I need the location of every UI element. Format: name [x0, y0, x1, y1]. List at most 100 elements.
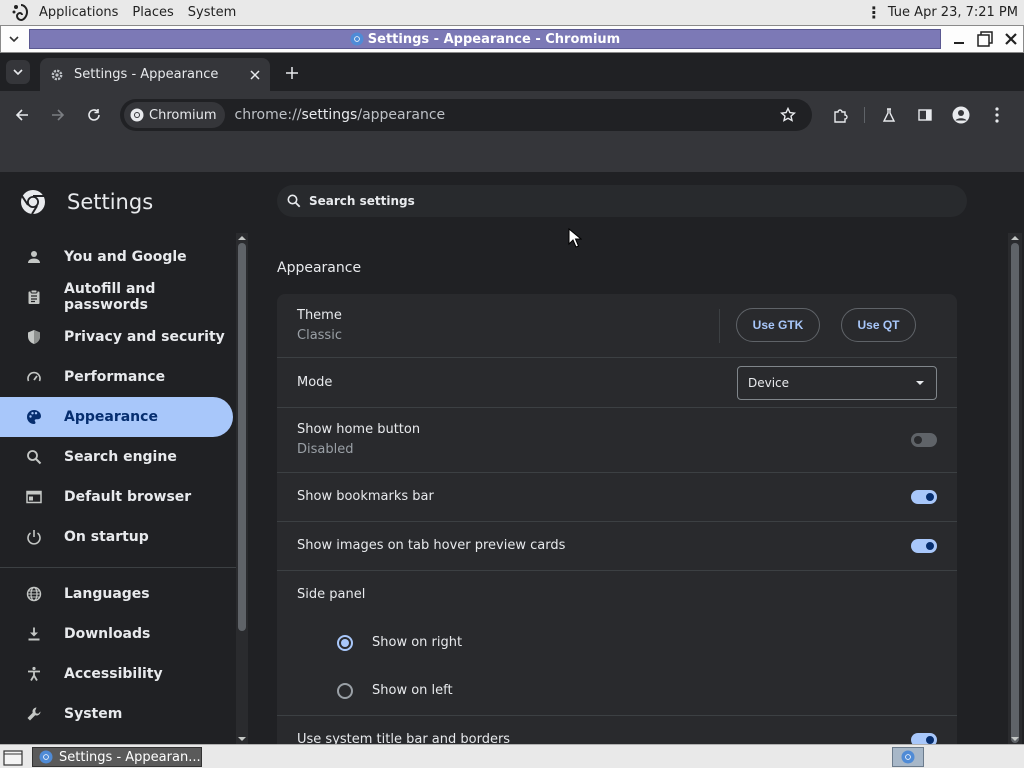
main-scrollbar[interactable] — [1008, 233, 1022, 744]
taskbar-item-chromium[interactable]: Settings - Appearan... — [32, 747, 202, 767]
sidebar-item-label: On startup — [64, 529, 149, 545]
site-info-chip[interactable]: Chromium — [124, 102, 225, 128]
gnome-foot-icon[interactable] — [10, 2, 32, 24]
sidebar-item-label: System — [64, 706, 123, 722]
sidebar-item-system[interactable]: System — [0, 694, 233, 734]
new-tab-plus-icon[interactable] — [280, 61, 304, 85]
home-button-row[interactable]: Show home button Disabled — [277, 408, 957, 473]
back-arrow-icon[interactable] — [8, 101, 36, 129]
close-icon[interactable] — [1001, 29, 1021, 49]
maximize-icon[interactable] — [975, 29, 995, 49]
window-menu-chevron-icon[interactable] — [3, 28, 25, 50]
search-icon — [287, 194, 301, 208]
toolbar-right-actions — [826, 101, 1011, 129]
scroll-up-arrow-icon[interactable] — [1011, 235, 1019, 241]
sidebar-item-label: Search engine — [64, 449, 177, 465]
tab-close-icon[interactable] — [250, 69, 260, 80]
globe-icon — [24, 584, 44, 604]
accessibility-icon — [24, 664, 44, 684]
appearance-card: Theme Classic Use GTK Use QT Mode Device… — [277, 294, 957, 744]
palette-icon — [24, 407, 44, 427]
tab-settings-appearance[interactable]: Settings - Appearance — [40, 58, 270, 91]
places-menu[interactable]: Places — [125, 0, 180, 25]
sidebar-item-label: Accessibility — [64, 666, 163, 682]
minimize-icon[interactable] — [949, 29, 969, 49]
extensions-puzzle-icon[interactable] — [826, 101, 854, 129]
bookmarks-bar-toggle[interactable] — [911, 490, 937, 504]
mode-dropdown[interactable]: Device — [737, 366, 937, 400]
use-qt-button[interactable]: Use QT — [841, 308, 916, 342]
side-panel-right-radio[interactable] — [337, 635, 353, 651]
sidebar-item-label: Performance — [64, 369, 166, 385]
address-bar[interactable]: Chromium chrome://settings/appearance — [120, 99, 812, 131]
home-button-label: Show home button — [297, 422, 421, 437]
sidebar-scroll-thumb[interactable] — [238, 243, 246, 631]
chromium-logo-icon — [130, 108, 144, 122]
system-titlebar-toggle[interactable] — [911, 733, 937, 744]
search-icon — [24, 447, 44, 467]
bookmarks-bar-row[interactable]: Show bookmarks bar — [277, 473, 957, 522]
scroll-down-arrow-icon[interactable] — [238, 736, 246, 742]
sidebar-item-label: Autofill and passwords — [64, 281, 156, 313]
bookmark-star-icon[interactable] — [778, 105, 798, 125]
clock-text: Tue Apr 23, 7:21 PM — [887, 5, 1018, 20]
sidebar-item-default-browser[interactable]: Default browser — [0, 477, 233, 517]
bookmarks-bar — [0, 139, 1024, 173]
sidebar-item-privacy[interactable]: Privacy and security — [0, 317, 233, 357]
theme-divider — [719, 309, 720, 343]
labs-flask-icon[interactable] — [875, 101, 903, 129]
forward-arrow-icon[interactable] — [44, 101, 72, 129]
sidebar-item-search-engine[interactable]: Search engine — [0, 437, 233, 477]
panel-kebab-icon[interactable]: ⋮ — [866, 4, 882, 21]
shield-icon — [24, 327, 44, 347]
hover-cards-row[interactable]: Show images on tab hover preview cards — [277, 522, 957, 571]
main-scroll-thumb[interactable] — [1011, 243, 1019, 743]
system-menu[interactable]: System — [181, 0, 243, 25]
chrome-menu-kebab-icon[interactable] — [983, 101, 1011, 129]
side-panel-icon[interactable] — [911, 101, 939, 129]
search-settings-input[interactable]: Search settings — [277, 185, 967, 217]
panel-clock[interactable]: ⋮ Tue Apr 23, 7:21 PM — [866, 4, 1024, 21]
gear-icon — [51, 69, 63, 80]
side-panel-label: Side panel — [297, 587, 366, 602]
mode-row: Mode Device — [277, 358, 957, 408]
side-panel-left-label[interactable]: Show on left — [372, 683, 453, 698]
show-desktop-icon[interactable] — [2, 747, 24, 767]
applications-menu[interactable]: Applications — [32, 0, 125, 25]
use-gtk-button[interactable]: Use GTK — [736, 308, 820, 342]
window-titlebar[interactable]: Settings - Appearance - Chromium — [0, 25, 1024, 53]
side-panel-left-radio[interactable] — [337, 683, 353, 699]
scroll-up-arrow-icon[interactable] — [238, 235, 246, 241]
sidebar-item-appearance[interactable]: Appearance — [0, 397, 233, 437]
sidebar-scrollbar[interactable] — [236, 233, 248, 744]
sidebar-item-label: Appearance — [64, 409, 158, 425]
tab-search-chevron-icon[interactable] — [6, 60, 30, 84]
sidebar-item-label: Downloads — [64, 626, 151, 642]
url-scheme: chrome:// — [234, 107, 302, 123]
url-host: settings — [301, 107, 358, 123]
chromium-settings-logo-icon — [21, 190, 45, 215]
toggle-knob — [924, 540, 936, 552]
system-titlebar-label: Use system title bar and borders — [297, 732, 511, 744]
sidebar-item-you-and-google[interactable]: You and Google — [0, 237, 233, 277]
reload-icon[interactable] — [80, 101, 108, 129]
scroll-down-arrow-icon[interactable] — [1011, 736, 1019, 742]
site-chip-label: Chromium — [149, 107, 217, 123]
workspace-switcher[interactable] — [892, 747, 924, 767]
profile-avatar-icon[interactable] — [947, 101, 975, 129]
url-text[interactable]: chrome://settings/appearance — [235, 107, 446, 123]
sidebar-item-on-startup[interactable]: On startup — [0, 517, 233, 557]
home-button-toggle[interactable] — [911, 433, 937, 447]
sidebar-item-downloads[interactable]: Downloads — [0, 614, 233, 654]
browser-icon — [24, 487, 44, 507]
hover-cards-toggle[interactable] — [911, 539, 937, 553]
system-titlebar-row[interactable]: Use system title bar and borders — [277, 716, 957, 744]
sidebar-item-accessibility[interactable]: Accessibility — [0, 654, 233, 694]
sidebar-item-languages[interactable]: Languages — [0, 574, 233, 614]
sidebar-item-autofill[interactable]: Autofill and passwords — [0, 277, 233, 317]
power-icon — [24, 527, 44, 547]
sidebar-item-performance[interactable]: Performance — [0, 357, 233, 397]
toggle-knob — [924, 491, 936, 503]
toggle-knob — [924, 734, 936, 744]
side-panel-right-label[interactable]: Show on right — [372, 635, 462, 650]
